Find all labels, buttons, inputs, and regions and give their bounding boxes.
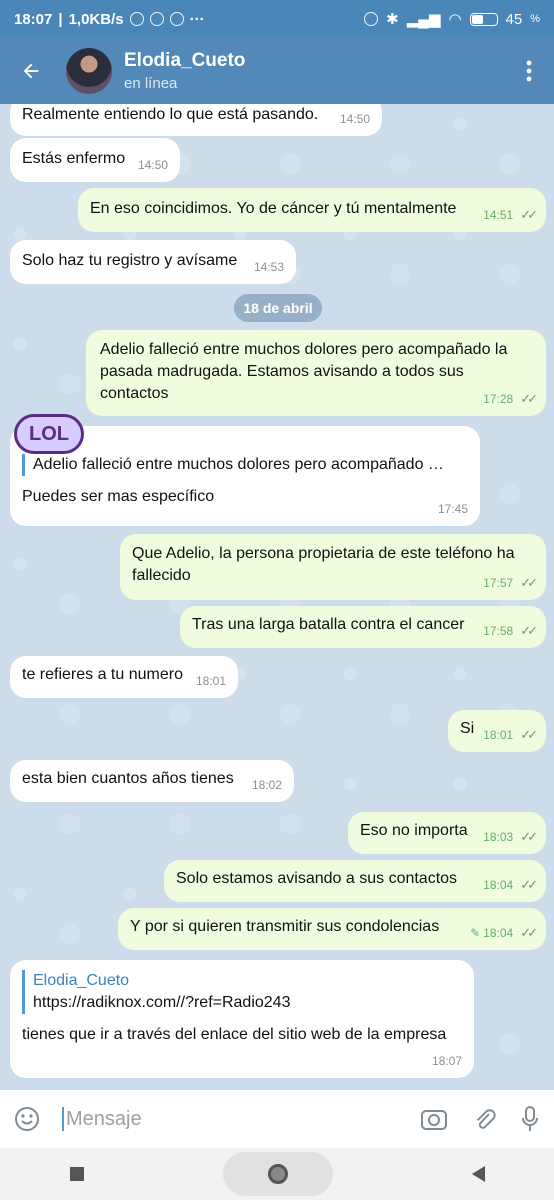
message-out[interactable]: Y por si quieren transmitir sus condolen… (118, 908, 546, 950)
double-check-icon: ✓✓ (520, 391, 538, 406)
alarm-icon (129, 12, 144, 26)
signal-icon: ▂▄▆ (406, 11, 441, 28)
message-in[interactable]: te refieres a tu numero 18:01 (10, 656, 238, 698)
battery-level: 45 (505, 10, 523, 28)
network-speed: 1,0KB/s (68, 10, 124, 28)
no-sim-icon (364, 12, 379, 26)
status-bar: 18:07 | 1,0KB/s ··· ✱ ▂▄▆ ◠ 45 % (0, 0, 554, 38)
battery-icon (469, 12, 498, 26)
mic-icon[interactable] (520, 1105, 540, 1133)
emoji-icon[interactable] (14, 1106, 40, 1132)
message-out[interactable]: Eso no importa 18:03 ✓✓ (348, 812, 546, 854)
reply-quote[interactable]: Elodia_Cueto https://radiknox.com//?ref=… (22, 970, 462, 1014)
message-input[interactable]: Mensaje (66, 1108, 142, 1131)
message-out[interactable]: Adelio falleció entre muchos dolores per… (86, 330, 546, 416)
wifi-icon: ◠ (448, 11, 462, 28)
contact-info[interactable]: Elodia_Cueto en línea (124, 50, 245, 92)
back-nav-button[interactable] (471, 1166, 485, 1182)
message-in[interactable]: Estás enfermo 14:50 (10, 138, 180, 182)
attach-icon[interactable] (472, 1106, 496, 1132)
reply-quote[interactable]: Adelio falleció entre muchos dolores per… (22, 454, 468, 476)
notification-icon (149, 12, 164, 26)
contact-status: en línea (124, 75, 178, 92)
bluetooth-icon: ✱ (386, 11, 399, 28)
kebab-menu-icon (526, 60, 532, 82)
camera-icon[interactable] (420, 1106, 448, 1132)
contact-name: Elodia_Cueto (124, 50, 246, 71)
clock: 18:07 (14, 10, 53, 28)
message-in[interactable]: Solo haz tu registro y avísame 14:53 (10, 240, 296, 284)
system-nav-bar (0, 1148, 554, 1200)
facebook-icon (169, 12, 184, 26)
message-out[interactable]: Tras una larga batalla contra el cancer … (180, 606, 546, 648)
double-check-icon: ✓✓ (520, 575, 538, 590)
text-caret (62, 1107, 64, 1131)
lol-sticker: LOL (14, 414, 84, 454)
arrow-left-icon (23, 63, 39, 79)
home-icon (267, 1164, 288, 1184)
double-check-icon: ✓✓ (520, 727, 538, 742)
avatar[interactable] (66, 48, 112, 94)
message-in[interactable]: Realmente entiendo lo que está pasando. … (10, 104, 382, 136)
date-separator: 18 de abril (234, 294, 322, 322)
chat-header: Elodia_Cueto en línea (0, 38, 554, 104)
message-composer: Mensaje (0, 1090, 554, 1148)
menu-button[interactable] (504, 38, 554, 104)
back-button[interactable] (0, 38, 62, 104)
double-check-icon: ✓✓ (520, 877, 538, 892)
more-notifications-icon: ··· (189, 10, 205, 28)
double-check-icon: ✓✓ (520, 623, 538, 638)
recents-button[interactable] (69, 1167, 84, 1181)
message-out[interactable]: Que Adelio, la persona propietaria de es… (120, 534, 546, 600)
double-check-icon: ✓✓ (520, 829, 538, 844)
pencil-icon: ✎ (470, 926, 481, 940)
message-out[interactable]: Solo estamos avisando a sus contactos 18… (164, 860, 546, 902)
double-check-icon: ✓✓ (520, 925, 538, 940)
home-button[interactable] (222, 1152, 333, 1196)
message-in-reply[interactable]: Elodia_Cueto https://radiknox.com//?ref=… (10, 960, 474, 1078)
message-out[interactable]: Si 18:01 ✓✓ (448, 710, 546, 752)
message-out[interactable]: En eso coincidimos. Yo de cáncer y tú me… (78, 188, 546, 232)
double-check-icon: ✓✓ (520, 207, 538, 222)
message-list[interactable]: Realmente entiendo lo que está pasando. … (0, 104, 554, 1090)
message-in[interactable]: esta bien cuantos años tienes 18:02 (10, 760, 294, 802)
